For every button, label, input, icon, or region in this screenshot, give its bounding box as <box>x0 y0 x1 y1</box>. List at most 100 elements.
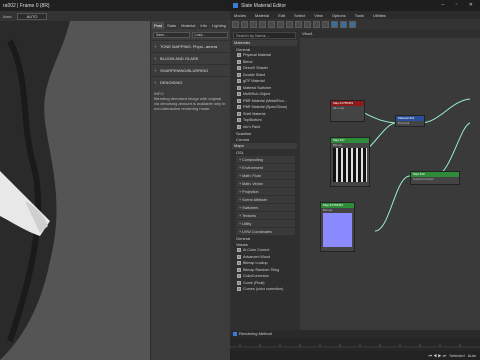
item-label: Ai Color Correct <box>243 248 270 253</box>
layout-all-icon[interactable] <box>313 20 320 28</box>
menu-utilities[interactable]: Utilities <box>373 13 386 18</box>
frame-buffer-window: ra002 | Frame 0 (8R) Area AUTO Post Stat… <box>0 0 230 360</box>
frame-buffer-toolbar: Area AUTO <box>0 11 230 21</box>
auto-key-button[interactable]: Auto <box>468 353 476 358</box>
assign-material-icon[interactable] <box>259 20 266 28</box>
osl-category[interactable]: + Projection <box>236 188 295 195</box>
window-controls-icon[interactable]: – ▫ ✕ <box>441 2 478 8</box>
section-label: SHARPENING/BLURRING <box>160 68 209 73</box>
menu-modes[interactable]: Modes <box>234 13 246 18</box>
swatch-icon <box>237 72 241 77</box>
info-text: Blending denoised image with original vi… <box>154 96 226 111</box>
osl-category[interactable]: + Utility <box>236 220 295 227</box>
group-corona[interactable]: Corona <box>232 136 297 142</box>
item-label: Curve (Float) <box>243 280 265 285</box>
menu-options[interactable]: Options <box>332 13 346 18</box>
move-children-icon[interactable] <box>277 20 284 28</box>
osl-category[interactable]: + Scene Attribute <box>236 196 295 203</box>
section-label: DENOISING <box>160 80 183 85</box>
node-view[interactable]: View1 Map #1758453 Mix map Material #21 … <box>300 31 480 330</box>
swatch-icon <box>237 267 241 272</box>
show-background-icon[interactable] <box>304 20 311 28</box>
item-label: + Compositing <box>239 157 263 162</box>
section-tone-mapping[interactable]: + TONE MAPPING: Physi...amera <box>151 40 230 52</box>
put-to-scene-icon[interactable] <box>250 20 257 28</box>
menu-tools[interactable]: Tools <box>355 13 364 18</box>
status-label: Rendering Method <box>239 331 272 336</box>
item-label: + Math: Float <box>239 173 261 178</box>
menu-material[interactable]: Material <box>255 13 269 18</box>
tab-material[interactable]: Material <box>179 22 198 29</box>
menu-select[interactable]: Select <box>294 13 305 18</box>
hide-unused-icon[interactable] <box>286 20 293 28</box>
screen: ra002 | Frame 0 (8R) Area AUTO Post Stat… <box>0 0 480 360</box>
item-label: Bitmap Random Tiling <box>243 267 280 272</box>
swatch-icon <box>237 92 241 97</box>
frame-buffer-title: ra002 | Frame 0 (8R) <box>0 0 230 11</box>
layout-children-icon[interactable] <box>322 20 329 28</box>
osl-category[interactable]: + Switchers <box>236 204 295 211</box>
parameter-editor-icon[interactable] <box>340 20 347 28</box>
timeline[interactable] <box>230 337 480 351</box>
sme-titlebar: Slate Material Editor – ▫ ✕ <box>230 0 480 11</box>
show-map-icon[interactable] <box>295 20 302 28</box>
node-map-19[interactable]: Map #19 ColorCorrection <box>410 171 460 185</box>
osl-category[interactable]: + Math: Vector <box>236 180 295 187</box>
item-label: Double Sided <box>243 72 266 77</box>
tab-stats[interactable]: Stats <box>165 22 179 29</box>
load-button[interactable]: Load... <box>191 32 228 38</box>
menu-edit[interactable]: Edit <box>278 13 285 18</box>
select-by-material-icon[interactable] <box>349 20 356 28</box>
osl-category[interactable]: + Environment <box>236 164 295 171</box>
status-icon <box>233 331 237 336</box>
material-list: Physical Material Blend DirectX Shader Doub… <box>232 52 297 130</box>
search-input[interactable]: Search by Name ... <box>233 32 296 39</box>
tab-lighting[interactable]: Lighting <box>210 22 229 29</box>
selected-dropdown[interactable]: Selected <box>449 353 465 358</box>
item-label: + Math: Vector <box>239 181 263 186</box>
tab-post[interactable]: Post <box>152 22 165 29</box>
swatch-icon <box>237 124 241 129</box>
menu-view[interactable]: View <box>314 13 323 18</box>
node-type: Bitmap <box>323 208 333 212</box>
select-tool-icon[interactable] <box>232 20 239 28</box>
osl-category[interactable]: + Textures <box>236 212 295 219</box>
map-item[interactable]: Curves (color correction) <box>232 286 297 293</box>
tab-info[interactable]: Info <box>198 22 210 29</box>
playback-controls-icon[interactable]: ⏮ ◀ ▶ ⏭ <box>429 353 447 358</box>
swatch-icon <box>237 111 241 116</box>
section-bloom-glare[interactable]: + BLOOM AND GLARE <box>151 52 230 64</box>
pick-material-icon[interactable] <box>241 20 248 28</box>
item-label: Curves (color correction) <box>243 287 284 292</box>
swatch-icon <box>237 105 241 110</box>
node-material-21[interactable]: Material #21 Physical <box>395 115 425 127</box>
node-map-37[interactable]: Map #37 Bitmap <box>330 137 370 187</box>
swatch-icon <box>237 59 241 64</box>
node-map-bitmap[interactable]: Map #1758453 Bitmap <box>320 202 355 252</box>
osl-category[interactable]: + Math: Float <box>236 172 295 179</box>
save-button[interactable]: Save... <box>153 32 190 38</box>
section-sharpening[interactable]: + SHARPENING/BLURRING <box>151 64 230 76</box>
sme-title: Slate Material Editor <box>241 2 287 9</box>
material-map-browser-icon[interactable] <box>331 20 338 28</box>
swatch-icon <box>237 280 241 285</box>
osl-category[interactable]: + Compositing <box>236 156 295 163</box>
item-label: + Scene Attribute <box>239 197 268 202</box>
item-label: Multi/Sub-Object <box>243 92 271 97</box>
swatch-icon <box>237 85 241 90</box>
item-label: Shell Material <box>243 111 266 116</box>
menu-bar: Modes Material Edit Select View Options … <box>230 11 480 19</box>
delete-icon[interactable] <box>268 20 275 28</box>
group-osl[interactable]: OSL <box>232 149 297 155</box>
section-label: BLOOM AND GLARE <box>160 56 199 61</box>
item-label: Blend <box>243 59 253 64</box>
node-type: ColorCorrection <box>413 177 435 181</box>
section-denoising[interactable]: + DENOISING <box>151 76 230 88</box>
item-label: Material Switcher <box>243 85 272 90</box>
node-map-1758453[interactable]: Map #1758453 Mix map <box>330 100 365 122</box>
item-label: Top/Bottom <box>243 118 262 123</box>
osl-category[interactable]: + UVW Coordinates <box>236 228 295 235</box>
app-icon <box>233 3 238 8</box>
area-select[interactable]: AUTO <box>17 12 47 20</box>
node-preview <box>333 148 367 182</box>
